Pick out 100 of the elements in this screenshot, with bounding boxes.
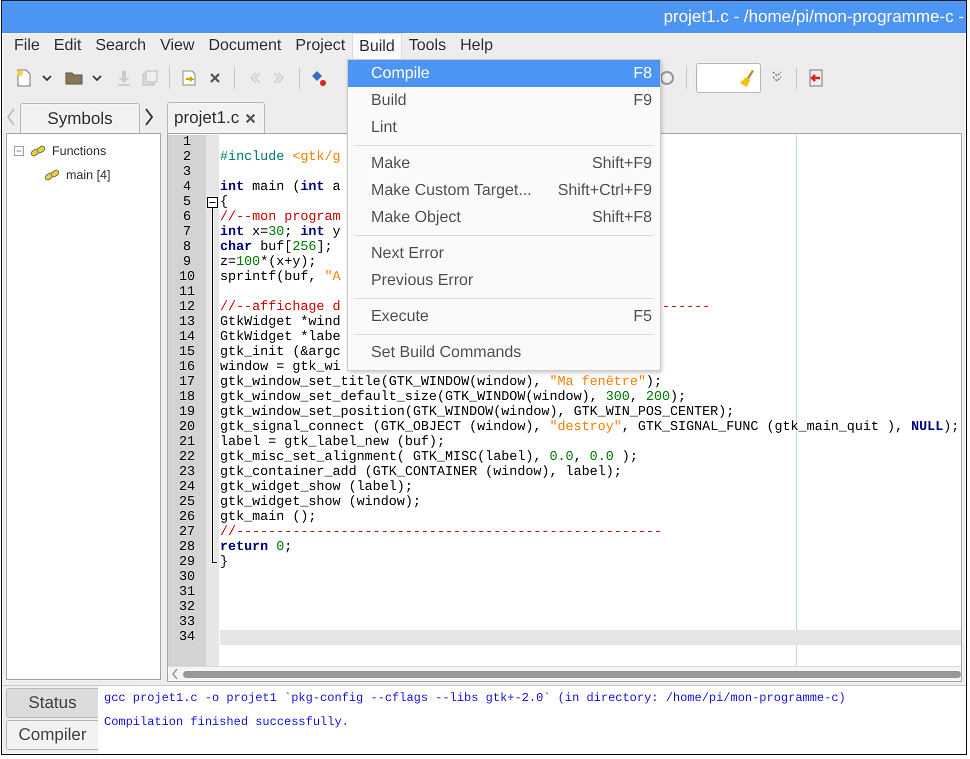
code-line: { [220, 195, 228, 210]
menu-entry[interactable]: Lint [348, 114, 660, 141]
menu-entry-label[interactable]: Execute [371, 308, 429, 326]
line-number: 17 [178, 375, 196, 390]
code-line: gtk_widget_show (label); [220, 480, 413, 495]
line-number: 10 [178, 270, 196, 285]
line-number: 18 [178, 390, 196, 405]
line-number: 1 [182, 135, 192, 150]
shortcut-label: Shift+F8 [592, 208, 652, 226]
menu-item[interactable]: View [153, 33, 202, 59]
code-line: gtk_init (&argc [220, 345, 341, 360]
code-line: #include <gtk/g [220, 150, 341, 165]
line-number: 6 [182, 210, 192, 225]
menu-item[interactable]: Search [88, 33, 154, 59]
line-number: 25 [178, 495, 196, 510]
menu-entry[interactable]: Previous Error [348, 267, 660, 294]
menu-entry-label[interactable]: Previous Error [371, 272, 474, 290]
line-number: 15 [178, 345, 196, 360]
menu-entry[interactable]: Execute F5 [348, 303, 660, 330]
menu-entry-label[interactable]: Make Object [371, 208, 461, 226]
line-number: 14 [178, 330, 196, 345]
line-number: 30 [178, 570, 196, 585]
line-number: 4 [182, 180, 192, 195]
code-line: gtk_main (); [220, 510, 316, 525]
shortcut-label: Shift+F9 [592, 154, 652, 172]
menu-entry-label[interactable]: Make Custom Target... [371, 182, 532, 200]
menu-item[interactable]: Edit [46, 33, 88, 59]
code-line: GtkWidget *labe [220, 330, 341, 345]
menu-entry[interactable]: Make Object Shift+F8 [348, 204, 660, 231]
line-number: 5 [182, 195, 192, 210]
panel-tab[interactable]: Status [6, 688, 98, 718]
tree-item[interactable]: main [4] [66, 168, 110, 182]
line-number: 3 [182, 165, 192, 180]
line-number: 34 [178, 630, 196, 645]
menu-entry[interactable]: Make Shift+F9 [348, 150, 660, 177]
code-line: int main (int a [220, 180, 341, 195]
line-number: 11 [178, 285, 196, 300]
menu-item[interactable]: Document [201, 33, 288, 59]
line-number: 26 [178, 510, 196, 525]
code-line: //--mon program [220, 210, 341, 225]
code-fragment: ------ [662, 300, 710, 315]
code-line: sprintf(buf, "A [220, 270, 341, 285]
tree-item[interactable]: Functions [52, 144, 106, 158]
shortcut-label: Shift+Ctrl+F9 [558, 182, 652, 200]
file-tab[interactable]: projet1.c [167, 102, 266, 133]
code-line: char buf[256]; [220, 240, 333, 255]
code-line: z=100*(x+y); [220, 255, 316, 270]
code-line: gtk_window_set_position(GTK_WINDOW(window), GTK_WIN_POS_CENTER); [220, 405, 734, 420]
code-line: label = gtk_label_new (buf); [220, 435, 445, 450]
menu-entry-label[interactable]: Lint [371, 118, 397, 136]
menu-item[interactable]: Build [352, 33, 402, 59]
code-line: gtk_window_set_title(GTK_WINDOW(window), "Ma fenêtre"); [220, 375, 662, 390]
line-number: 33 [178, 615, 196, 630]
line-number: 2 [182, 150, 192, 165]
line-number: 8 [182, 240, 192, 255]
line-number: 29 [178, 555, 196, 570]
line-number: 20 [178, 420, 196, 435]
menu-entry-label[interactable]: Build [371, 92, 407, 110]
panel-tab[interactable]: Compiler [6, 720, 98, 750]
code-line: GtkWidget *wind [220, 315, 341, 330]
line-number: 24 [178, 480, 196, 495]
menu-entry-label[interactable]: Set Build Commands [371, 344, 522, 362]
compiler-message: Compilation finished successfully. [104, 715, 350, 731]
menu-entry[interactable]: Next Error [348, 240, 660, 267]
shortcut-label: F8 [633, 64, 652, 82]
shortcut-label: F9 [633, 92, 652, 110]
line-number: 12 [178, 300, 196, 315]
line-number: 16 [178, 360, 196, 375]
line-number: 22 [178, 450, 196, 465]
symbols-tab[interactable]: Symbols [20, 103, 140, 133]
line-number: 19 [178, 405, 196, 420]
file-tab-label[interactable]: projet1.c [174, 108, 240, 128]
code-line: //--affichage d [220, 300, 341, 315]
menu-item[interactable]: Project [288, 33, 352, 59]
shortcut-label: F5 [633, 308, 652, 326]
menu-item[interactable]: Tools [402, 33, 454, 59]
menu-entry[interactable]: Make Custom Target... Shift+Ctrl+F9 [348, 177, 660, 204]
code-line: gtk_window_set_default_size(GTK_WINDOW(window), 300, 200); [220, 390, 686, 405]
code-line: window = gtk_wi [220, 360, 341, 375]
menu-item[interactable]: Help [453, 33, 500, 59]
menu-entry-label[interactable]: Next Error [371, 244, 444, 262]
line-number: 9 [182, 255, 192, 270]
code-line: return 0; [220, 540, 292, 555]
compiler-message: gcc projet1.c -o projet1 `pkg-config --cflags --libs gtk+-2.0` (in directory: /home/pi/mon-programme-c) [104, 691, 847, 707]
line-number: 23 [178, 465, 196, 480]
code-line: //----------------------------------------------------- [220, 525, 662, 540]
code-line: int x=30; int y [220, 225, 341, 240]
code-line: gtk_widget_show (window); [220, 495, 421, 510]
code-line: gtk_container_add (GTK_CONTAINER (window), label); [220, 465, 622, 480]
menu-entry-label[interactable]: Make [371, 154, 410, 172]
window-title: projet1.c - /home/pi/mon-programme-c - [664, 7, 965, 27]
line-number: 27 [178, 525, 196, 540]
menu-entry[interactable]: Set Build Commands [348, 339, 660, 366]
code-line: } [220, 555, 228, 570]
line-number: 28 [178, 540, 196, 555]
line-number: 32 [178, 600, 196, 615]
code-line: gtk_signal_connect (GTK_OBJECT (window), "destroy", GTK_SIGNAL_FUNC (gtk_main_quit ), NULL); [220, 420, 960, 435]
menu-entry[interactable]: Build F9 [348, 87, 660, 114]
line-number: 7 [182, 225, 192, 240]
menu-item[interactable]: File [7, 33, 47, 59]
